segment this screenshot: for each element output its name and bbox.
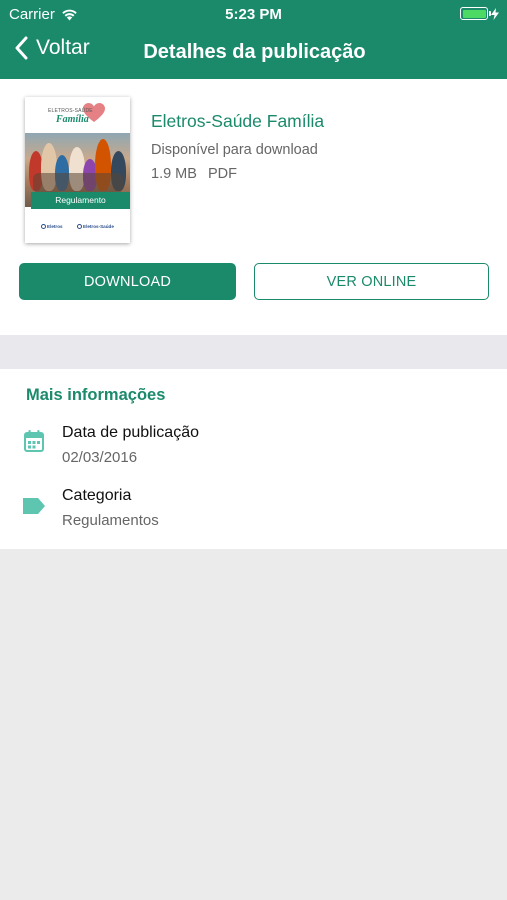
publication-status: Disponível para download bbox=[151, 142, 318, 158]
tag-icon bbox=[23, 498, 45, 514]
battery-icon bbox=[460, 7, 491, 20]
cover-script-title: Família bbox=[56, 114, 89, 125]
info-label: Categoria bbox=[62, 487, 132, 504]
view-online-button[interactable]: VER ONLINE bbox=[254, 263, 489, 300]
file-format: PDF bbox=[207, 166, 237, 182]
cover-header: ELETROS-SAÚDE Família bbox=[25, 97, 130, 133]
publication-title: Eletros-Saúde Família bbox=[151, 111, 325, 131]
logo-ring-icon bbox=[41, 224, 46, 229]
navigation-bar: Voltar Detalhes da publicação bbox=[0, 28, 507, 79]
status-bar: Carrier 5:23 PM bbox=[0, 0, 507, 28]
info-value: 02/03/2016 bbox=[62, 449, 138, 466]
eletros-logo-text: Eletros bbox=[47, 224, 63, 229]
info-row-category: Categoria Regulamentos bbox=[0, 487, 507, 539]
logo-ring-icon bbox=[77, 224, 82, 229]
info-value: Regulamentos bbox=[62, 512, 159, 529]
eletros-saude-logo: Eletros-Saúde bbox=[77, 224, 114, 229]
battery bbox=[460, 7, 499, 20]
cover-footer: Eletros Eletros-Saúde bbox=[25, 215, 130, 243]
info-label: Data de publicação bbox=[62, 424, 199, 441]
eletros-saude-logo-text: Eletros-Saúde bbox=[83, 224, 114, 229]
eletros-logo: Eletros bbox=[41, 224, 63, 229]
publication-cover[interactable]: ELETROS-SAÚDE Família Regulamento Eletro… bbox=[25, 97, 130, 243]
more-info-heading: Mais informações bbox=[26, 386, 166, 404]
info-row-date: Data de publicação 02/03/2016 bbox=[0, 424, 507, 476]
page-title: Detalhes da publicação bbox=[143, 41, 366, 63]
cover-band: Regulamento bbox=[31, 192, 130, 209]
download-button[interactable]: DOWNLOAD bbox=[19, 263, 236, 300]
status-time: 5:23 PM bbox=[225, 6, 282, 23]
more-info-card: Mais informações Data de publicação 02/0… bbox=[0, 369, 507, 549]
publication-card: ELETROS-SAÚDE Família Regulamento Eletro… bbox=[0, 79, 507, 335]
publication-meta: 1.9 MB PDF bbox=[151, 166, 237, 182]
section-divider bbox=[0, 335, 507, 369]
file-size: 1.9 MB bbox=[151, 166, 197, 182]
calendar-icon bbox=[24, 430, 44, 452]
app-header: Carrier 5:23 PM Voltar Detalhes da publi… bbox=[0, 0, 507, 79]
charging-bolt-icon bbox=[491, 7, 499, 20]
cover-band-label: Regulamento bbox=[55, 195, 106, 205]
